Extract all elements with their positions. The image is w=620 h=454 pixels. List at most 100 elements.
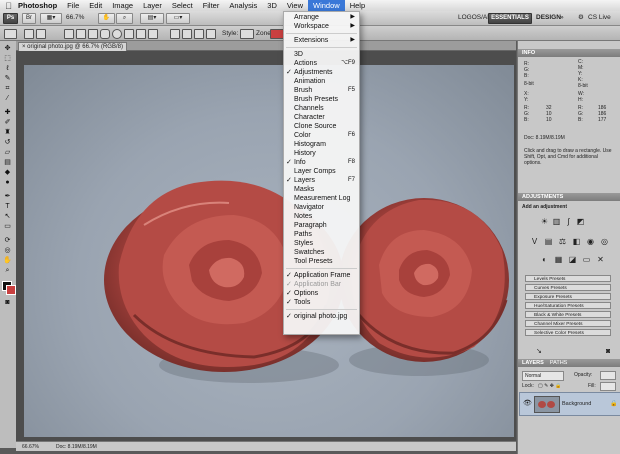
bridge-icon[interactable]: Br: [22, 13, 36, 24]
levels-presets[interactable]: Levels Presets: [525, 275, 611, 282]
window-menu-item-arrange[interactable]: Arrange ▶: [284, 13, 359, 22]
menu-3d[interactable]: 3D: [262, 0, 282, 11]
quick-select-icon[interactable]: ✎: [3, 75, 12, 83]
menu-select[interactable]: Select: [167, 0, 198, 11]
curves-presets[interactable]: Curves Presets: [525, 284, 611, 291]
menu-window[interactable]: Window: [308, 0, 345, 11]
window-menu-item-measurement-log[interactable]: Measurement Log: [284, 194, 359, 203]
cs-live-icon[interactable]: ⚙: [578, 13, 584, 23]
window-menu-item-paragraph[interactable]: Paragraph: [284, 221, 359, 230]
brightness-icon[interactable]: ☀: [540, 217, 549, 226]
tool-preset-picker[interactable]: [4, 29, 17, 39]
history-brush-icon[interactable]: ↺: [3, 139, 12, 147]
status-doc-size[interactable]: Doc: 8.19M/8.19M: [56, 444, 97, 450]
channel-mixer-icon[interactable]: ◎: [600, 237, 609, 246]
window-menu-item-notes[interactable]: Notes: [284, 212, 359, 221]
status-zoom[interactable]: 66.67%: [22, 444, 39, 450]
workspace-essentials[interactable]: ESSENTIALS: [488, 13, 532, 24]
adjustment-arrow-icon[interactable]: ↘: [536, 348, 542, 355]
menu-edit[interactable]: Edit: [84, 0, 107, 11]
info-panel-header[interactable]: INFO: [518, 49, 620, 57]
brush-tool-icon[interactable]: ✐: [3, 119, 12, 127]
arrange-docs-icon[interactable]: ▤▾: [140, 13, 164, 24]
color-swatch[interactable]: [270, 29, 284, 39]
view-extras-icon[interactable]: ▦▾: [40, 13, 62, 24]
rectangle-tool-icon[interactable]: ▭: [3, 223, 12, 231]
gradient-map-icon[interactable]: ▭: [582, 255, 591, 264]
healing-brush-icon[interactable]: ✚: [3, 109, 12, 117]
zoom-icon[interactable]: ⌕: [116, 13, 133, 24]
window-menu-item-styles[interactable]: Styles: [284, 239, 359, 248]
exposure-icon[interactable]: ◩: [576, 217, 585, 226]
selective-color-presets[interactable]: Selective Color Presets: [525, 329, 611, 336]
hue-saturation-icon[interactable]: ▤: [544, 237, 553, 246]
window-menu-item-brush[interactable]: Brush F5: [284, 86, 359, 95]
menu-image[interactable]: Image: [107, 0, 138, 11]
rectangle-shape-icon[interactable]: [88, 29, 98, 39]
window-menu-item-history[interactable]: History: [284, 149, 359, 158]
menu-file[interactable]: File: [62, 0, 84, 11]
tab-paths[interactable]: PATHS: [550, 359, 568, 367]
line-icon[interactable]: [136, 29, 146, 39]
window-menu-item-brush-presets[interactable]: Brush Presets: [284, 95, 359, 104]
blur-icon[interactable]: ◆: [3, 169, 12, 177]
gradient-icon[interactable]: ▤: [3, 159, 12, 167]
freeform-pen-icon[interactable]: [76, 29, 86, 39]
type-tool-icon[interactable]: T: [3, 203, 12, 211]
path-select-icon[interactable]: ↖: [3, 213, 12, 221]
move-tool-icon[interactable]: ✥: [3, 45, 12, 53]
window-menu-item-3d[interactable]: 3D: [284, 50, 359, 59]
selective-color-icon[interactable]: ✕: [596, 255, 605, 264]
opacity-input[interactable]: [600, 371, 616, 380]
tab-layers[interactable]: LAYERS: [522, 359, 544, 367]
window-menu-item-paths[interactable]: Paths: [284, 230, 359, 239]
eraser-icon[interactable]: ▱: [3, 149, 12, 157]
window-menu-item-character[interactable]: Character: [284, 113, 359, 122]
window-menu-item-options[interactable]: ✓ Options: [284, 289, 359, 298]
blend-mode-select[interactable]: Normal: [522, 371, 564, 381]
document-canvas[interactable]: [16, 51, 516, 441]
channel-mixer-presets[interactable]: Channel Mixer Presets: [525, 320, 611, 327]
add-selection-icon[interactable]: [36, 29, 46, 39]
ellipse-icon[interactable]: [112, 29, 122, 39]
window-menu-item-info[interactable]: ✓ Info F8: [284, 158, 359, 167]
color-balance-icon[interactable]: ⚖: [558, 237, 567, 246]
window-menu-item-original-photo-jpg[interactable]: ✓ original photo.jpg: [284, 312, 359, 321]
new-selection-icon[interactable]: [24, 29, 34, 39]
zoom-tool-icon[interactable]: ⌕: [3, 267, 12, 275]
window-menu-item-tools[interactable]: ✓ Tools: [284, 298, 359, 307]
window-menu-item-extensions[interactable]: Extensions ▶: [284, 36, 359, 45]
menu-view[interactable]: View: [282, 0, 308, 11]
menu-app[interactable]: Photoshop: [13, 0, 62, 11]
background-color-swatch[interactable]: [6, 285, 16, 295]
rounded-rect-icon[interactable]: [100, 29, 110, 39]
window-menu-item-swatches[interactable]: Swatches: [284, 248, 359, 257]
3d-orbit-icon[interactable]: ◎: [3, 247, 12, 255]
window-menu-item-clone-source[interactable]: Clone Source: [284, 122, 359, 131]
pen-icon[interactable]: [64, 29, 74, 39]
polygon-icon[interactable]: [124, 29, 134, 39]
window-menu-item-adjustments[interactable]: ✓ Adjustments: [284, 68, 359, 77]
threshold-icon[interactable]: ◪: [568, 255, 577, 264]
black-white-icon[interactable]: ◧: [572, 237, 581, 246]
curves-icon[interactable]: ∫: [564, 217, 573, 226]
quick-mask-icon[interactable]: ◙: [3, 299, 12, 307]
window-menu-item-masks[interactable]: Masks: [284, 185, 359, 194]
combine-icon[interactable]: [170, 29, 180, 39]
intersect-icon[interactable]: [194, 29, 204, 39]
custom-shape-icon[interactable]: [148, 29, 158, 39]
workspace-design[interactable]: DESIGN: [536, 13, 561, 23]
3d-rotate-icon[interactable]: ⟳: [3, 237, 12, 245]
eye-icon[interactable]: 👁: [523, 400, 532, 407]
hue-saturation-presets[interactable]: Hue/Saturation Presets: [525, 302, 611, 309]
window-menu-item-application-frame[interactable]: ✓ Application Frame: [284, 271, 359, 280]
style-picker[interactable]: [240, 29, 254, 39]
adjustments-panel-header[interactable]: ADJUSTMENTS: [518, 193, 620, 201]
exclude-icon[interactable]: [206, 29, 216, 39]
dodge-icon[interactable]: ●: [3, 179, 12, 187]
pen-tool-icon[interactable]: ✒: [3, 193, 12, 201]
workspace-more[interactable]: »: [560, 13, 564, 23]
camera-icon[interactable]: ◙: [606, 348, 610, 355]
screen-mode-icon[interactable]: ▭▾: [166, 13, 190, 24]
menu-filter[interactable]: Filter: [198, 0, 225, 11]
